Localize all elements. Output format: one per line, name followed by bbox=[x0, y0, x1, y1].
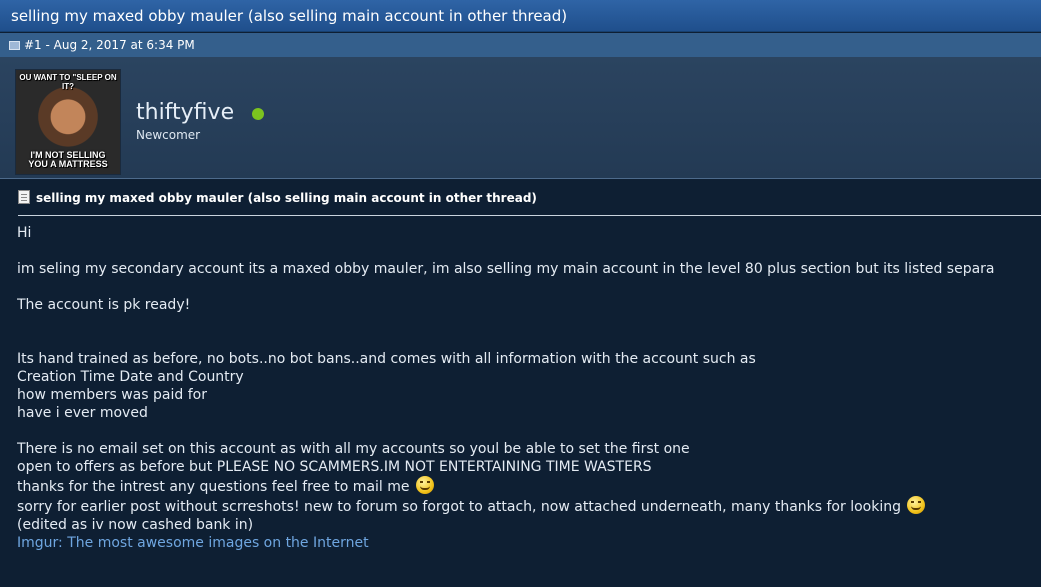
online-status-icon bbox=[252, 108, 264, 120]
username-link[interactable]: thiftyfive bbox=[136, 99, 234, 127]
body-line: have i ever moved bbox=[17, 405, 148, 421]
post-icon bbox=[9, 41, 20, 50]
imgur-link[interactable]: Imgur: The most awesome images on the In… bbox=[17, 534, 1041, 552]
post-body: Hi im seling my secondary account its a … bbox=[17, 224, 1041, 552]
body-line: Its hand trained as before, no bots..no … bbox=[17, 351, 756, 367]
body-line: Creation Time Date and Country bbox=[17, 369, 244, 385]
post-subject: selling my maxed obby mauler (also selli… bbox=[18, 189, 1041, 216]
smile-icon bbox=[415, 476, 434, 494]
body-line: im seling my secondary account its a max… bbox=[17, 261, 995, 277]
body-line: Hi bbox=[17, 225, 32, 241]
body-line: (edited as iv now cashed bank in) bbox=[17, 517, 254, 533]
avatar-caption-bottom: I'M NOT SELLING YOU A MATTRESS bbox=[28, 150, 108, 169]
body-line-text: sorry for earlier post without scrreshot… bbox=[17, 499, 901, 515]
smile-icon bbox=[907, 496, 926, 514]
doc-icon bbox=[18, 190, 30, 204]
body-line: There is no email set on this account as… bbox=[17, 441, 690, 457]
user-title: Newcomer bbox=[136, 128, 201, 142]
post-subject-text: selling my maxed obby mauler (also selli… bbox=[36, 191, 537, 205]
body-line: how members was paid for bbox=[17, 387, 207, 403]
body-line: sorry for earlier post without scrreshot… bbox=[17, 496, 1041, 516]
body-line: thanks for the intrest any questions fee… bbox=[17, 476, 1041, 496]
body-line: open to offers as before but PLEASE NO S… bbox=[17, 459, 652, 475]
post-permalink[interactable]: #1 - Aug 2, 2017 at 6:34 PM bbox=[24, 38, 195, 52]
body-line: The account is pk ready! bbox=[17, 297, 191, 313]
avatar[interactable]: OU WANT TO "SLEEP ON IT? I'M NOT SELLING… bbox=[15, 69, 121, 175]
body-line-text: thanks for the intrest any questions fee… bbox=[17, 479, 410, 495]
post-meta: #1 - Aug 2, 2017 at 6:34 PM bbox=[0, 33, 1041, 57]
avatar-caption-top: OU WANT TO "SLEEP ON IT? bbox=[19, 73, 117, 91]
thread-title: selling my maxed obby mauler (also selli… bbox=[0, 0, 1041, 32]
